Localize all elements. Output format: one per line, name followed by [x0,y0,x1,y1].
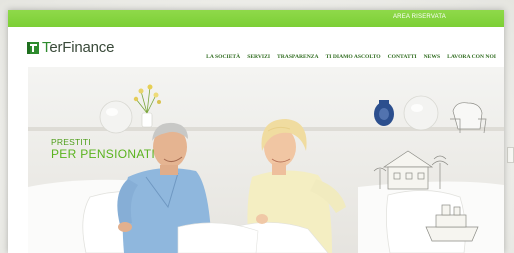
browser-page: AREA RISERVATA TerFinance LA SOCIETÀ SER… [8,10,504,253]
hero-title-line2: PER PENSIONATI [51,146,155,161]
site-header: TerFinance LA SOCIETÀ SERVIZI TRASPARENZ… [8,27,504,69]
nav-item-trasparenza[interactable]: TRASPARENZA [277,54,319,60]
nav-item-la-societa[interactable]: LA SOCIETÀ [206,54,240,60]
nav-item-news[interactable]: NEWS [424,54,440,60]
main-navigation: LA SOCIETÀ SERVIZI TRASPARENZA TI DIAMO … [206,54,496,60]
nav-item-lavora-con-noi[interactable]: LAVORA CON NOI [447,54,496,60]
hero-banner: PRESTITI PER PENSIONATI [28,67,504,253]
hero-title: PRESTITI PER PENSIONATI [51,138,155,160]
terfinance-logo-icon [27,41,39,54]
site-logo[interactable]: TerFinance [27,39,114,56]
hero-title-line1: PRESTITI [51,137,91,147]
logo-text: TerFinance [42,39,115,56]
page-background: AREA RISERVATA TerFinance LA SOCIETÀ SER… [0,0,514,253]
nav-item-ti-diamo-ascolto[interactable]: TI DIAMO ASCOLTO [326,54,381,60]
top-bar: AREA RISERVATA [8,10,504,27]
nav-item-servizi[interactable]: SERVIZI [247,54,270,60]
nav-item-contatti[interactable]: CONTATTI [388,54,417,60]
reserved-area-link[interactable]: AREA RISERVATA [393,14,446,20]
right-carousel-handle[interactable] [507,147,514,163]
